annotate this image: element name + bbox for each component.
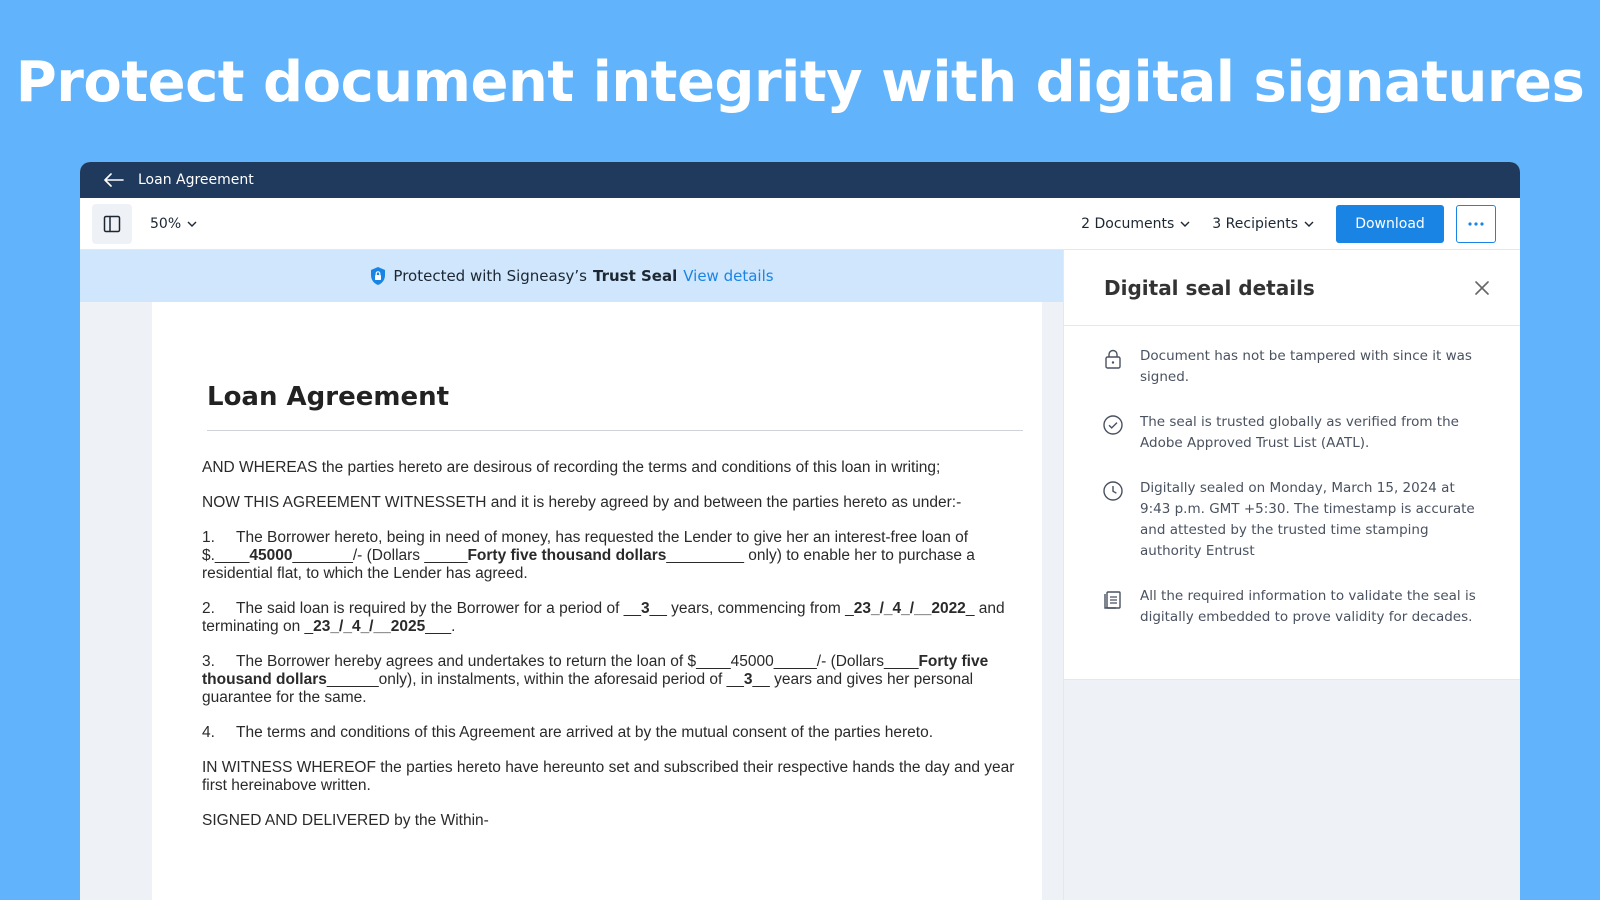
document-viewer: Protected with Signeasy’s Trust Seal Vie… xyxy=(80,250,1064,900)
clause-2: 2. The said loan is required by the Borro… xyxy=(202,600,1005,635)
zoom-value: 50% xyxy=(150,215,182,232)
panel-header: Digital seal details xyxy=(1064,250,1520,326)
seal-detail-item: The seal is trusted globally as verified… xyxy=(1102,412,1480,454)
seal-detail-text: All the required information to validate… xyxy=(1140,588,1476,625)
recipients-dropdown[interactable]: 3 Recipients xyxy=(1212,216,1314,232)
seal-detail-text: Document has not be tampered with since … xyxy=(1140,348,1472,385)
zoom-dropdown[interactable]: 50% xyxy=(150,216,197,232)
clause-4: 4. The terms and conditions of this Agree… xyxy=(202,724,934,741)
clock-icon xyxy=(1103,481,1123,501)
seal-detail-item: Digitally sealed on Monday, March 15, 20… xyxy=(1102,478,1480,562)
app-window: Loan Agreement 50% 2 Documents 3 Recipie… xyxy=(80,162,1520,900)
panel-title: Digital seal details xyxy=(1104,275,1315,300)
document-title: Loan Agreement xyxy=(207,382,1023,431)
sidebar-icon xyxy=(103,215,121,232)
close-icon[interactable] xyxy=(1472,278,1492,298)
chevron-down-icon xyxy=(187,221,197,227)
shield-lock-icon xyxy=(371,267,386,285)
document-page: Loan Agreement AND WHEREAS the parties h… xyxy=(152,302,1042,900)
trust-seal-banner: Protected with Signeasy’s Trust Seal Vie… xyxy=(80,250,1063,302)
chevron-down-icon xyxy=(1304,221,1314,227)
hero-title: Protect document integrity with digital … xyxy=(15,50,1585,115)
more-options-button[interactable] xyxy=(1456,204,1496,243)
sidebar-toggle-button[interactable] xyxy=(92,203,132,244)
seal-details-panel: Digital seal details Document has not be… xyxy=(1064,250,1520,900)
document-paragraph: AND WHEREAS the parties hereto are desir… xyxy=(202,459,941,476)
back-arrow-icon[interactable] xyxy=(104,172,126,188)
document-paragraph: SIGNED AND DELIVERED by the Within- xyxy=(202,812,489,829)
toolbar: 50% 2 Documents 3 Recipients Download xyxy=(80,198,1520,250)
download-button[interactable]: Download xyxy=(1336,204,1444,243)
banner-strong-text: Trust Seal xyxy=(592,267,678,285)
document-paragraph: IN WITNESS WHEREOF the parties hereto ha… xyxy=(202,759,1015,794)
seal-detail-text: The seal is trusted globally as verified… xyxy=(1140,414,1459,451)
content-area: Protected with Signeasy’s Trust Seal Vie… xyxy=(80,250,1520,900)
document-paragraph: NOW THIS AGREEMENT WITNESSETH and it is … xyxy=(202,494,962,511)
seal-details-list: Document has not be tampered with since … xyxy=(1064,326,1520,628)
recipients-label: 3 Recipients xyxy=(1212,215,1298,232)
clause-1: 1. The Borrower hereto, being in need of … xyxy=(202,529,975,582)
chevron-down-icon xyxy=(1180,221,1190,227)
seal-detail-text: Digitally sealed on Monday, March 15, 20… xyxy=(1140,480,1475,559)
clause-3: 3. The Borrower hereby agrees and underta… xyxy=(202,653,989,706)
seal-detail-item: Document has not be tampered with since … xyxy=(1102,346,1480,388)
more-dots-icon xyxy=(1468,221,1484,226)
seal-detail-item: All the required information to validate… xyxy=(1102,586,1480,628)
documents-dropdown[interactable]: 2 Documents xyxy=(1081,216,1190,232)
title-bar: Loan Agreement xyxy=(80,162,1520,198)
window-title: Loan Agreement xyxy=(138,172,254,188)
banner-text: Protected with Signeasy’s xyxy=(393,267,587,285)
check-circle-icon xyxy=(1103,415,1123,435)
document-copy-icon xyxy=(1104,591,1121,609)
view-details-link[interactable]: View details xyxy=(683,267,773,285)
lock-icon xyxy=(1105,349,1121,369)
documents-label: 2 Documents xyxy=(1081,215,1175,232)
